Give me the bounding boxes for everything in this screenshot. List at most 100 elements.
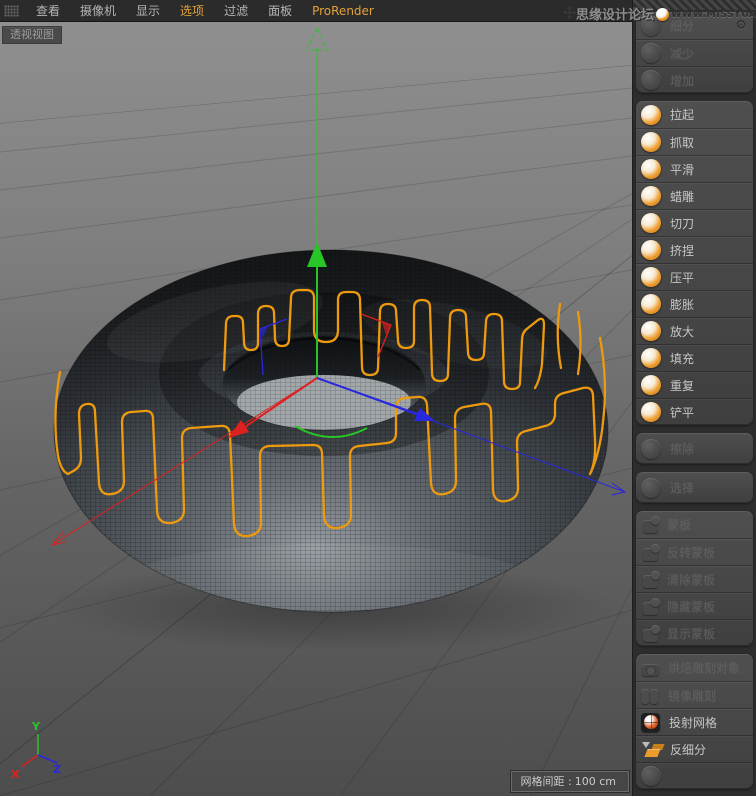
tool-button-scrape[interactable]: 铲平 xyxy=(636,398,753,425)
decrease-icon xyxy=(641,43,661,63)
menu-item-2[interactable]: 摄像机 xyxy=(70,2,126,19)
tool-label: 膨胀 xyxy=(670,297,695,312)
amplify-icon xyxy=(641,321,661,341)
menu-item-1[interactable]: 查看 xyxy=(26,2,70,19)
tool-group-2: 拉起抓取平滑蜡雕切刀挤捏压平膨胀放大填充重复铲平 xyxy=(636,101,753,425)
tool-label: 蜡雕 xyxy=(670,189,695,204)
tool-group-5: 蒙板反转蒙板清除蒙板隐藏蒙板显示蒙板 xyxy=(636,511,753,646)
tool-button-hide-mask: 隐藏蒙板 xyxy=(636,592,753,619)
tool-label: 切刀 xyxy=(670,216,695,231)
menu-item-7[interactable]: ProRender xyxy=(302,4,384,18)
tool-label: 抓取 xyxy=(670,135,695,150)
tool-button-mirror-sculpt: 镜像雕刻 xyxy=(636,681,753,708)
grid-spacing-label: 网格间距 :100 cm xyxy=(510,771,629,792)
tool-label: 反细分 xyxy=(670,742,707,757)
tool-label: 隐藏蒙板 xyxy=(667,599,716,614)
tool-group-6: 烘焙雕刻对象 镜像雕刻投射网格反细分 xyxy=(636,654,753,789)
tool-label: 拉起 xyxy=(670,108,695,122)
fill-icon xyxy=(641,348,661,368)
tool-button-select: 选择 xyxy=(636,472,753,503)
menu-items: 查看 摄像机 显示 选项 过滤 面板 ProRender xyxy=(26,2,384,19)
mask-icon xyxy=(643,516,660,533)
tool-label: 选择 xyxy=(670,481,695,495)
sculpt-tool-panel: 细分 ⚙ 减少 增加 拉起 抓取 平滑 蜡雕 切刀 挤捏 压平 膨胀 放大 填充 重复 铲平 擦除 选择 蒙板 反转蒙… xyxy=(632,0,756,796)
tool-button-grab[interactable]: 抓取 xyxy=(636,128,753,155)
tool-button-project-mesh[interactable]: 投射网格 xyxy=(636,708,753,735)
repeat-icon xyxy=(641,375,661,395)
gear-icon[interactable]: ⚙ xyxy=(735,18,747,33)
pinch-icon xyxy=(641,240,661,260)
tool-label: 烘焙雕刻对象 xyxy=(668,661,741,675)
tool-button-flatten[interactable]: 压平 xyxy=(636,263,753,290)
flatten-icon xyxy=(641,267,661,287)
tool-button-pull[interactable]: 拉起 xyxy=(636,101,753,128)
tool-label: 擦除 xyxy=(670,442,695,456)
tool-button-bake-sculpt: 烘焙雕刻对象 xyxy=(636,654,753,681)
tool-label: 重复 xyxy=(670,378,695,393)
tool-label: 投射网格 xyxy=(669,715,718,730)
tool-group-3: 擦除 xyxy=(636,433,753,464)
tool-label: 清除蒙板 xyxy=(667,572,716,587)
tool-button-erase: 擦除 xyxy=(636,433,753,464)
increase-icon xyxy=(641,70,661,90)
menu-item-5[interactable]: 过滤 xyxy=(214,2,258,19)
tool-button-desubdivide[interactable]: 反细分 xyxy=(636,735,753,762)
pull-icon xyxy=(641,104,661,125)
tool-button-mask: 蒙板 xyxy=(636,511,753,538)
tool-button-partial-tool xyxy=(636,762,753,789)
tool-button-invert-mask: 反转蒙板 xyxy=(636,538,753,565)
tool-button-increase: 增加 xyxy=(636,66,753,93)
scrape-icon xyxy=(641,402,661,422)
mirror-sculpt-icon xyxy=(641,689,659,704)
inflate-icon xyxy=(641,294,661,314)
tool-label: 蒙板 xyxy=(667,518,692,532)
tool-button-decrease: 减少 xyxy=(636,39,753,66)
tool-group-1: 细分 ⚙ 减少 增加 xyxy=(636,12,753,93)
panel-groups: 细分 ⚙ 减少 增加 拉起 抓取 平滑 蜡雕 切刀 挤捏 压平 膨胀 放大 填充 重复 铲平 擦除 选择 蒙板 反转蒙… xyxy=(633,12,756,796)
grab-icon xyxy=(641,132,661,152)
tool-label: 压平 xyxy=(670,270,695,285)
desubdivide-icon xyxy=(641,740,661,759)
axis-label-x: X xyxy=(11,768,20,781)
tool-label: 显示蒙板 xyxy=(667,626,716,641)
tool-label: 镜像雕刻 xyxy=(668,688,717,703)
tool-button-pinch[interactable]: 挤捏 xyxy=(636,236,753,263)
axis-label-y: Y xyxy=(31,720,41,733)
panel-top-hatch xyxy=(633,0,756,10)
viewport-menubar: 查看 摄像机 显示 选项 过滤 面板 ProRender xyxy=(0,0,632,22)
partial-tool-icon xyxy=(641,766,661,786)
tool-button-smooth[interactable]: 平滑 xyxy=(636,155,753,182)
tool-label: 放大 xyxy=(670,324,695,339)
viewport-canvas[interactable]: Y X Z xyxy=(0,22,632,796)
knife-icon xyxy=(641,213,661,233)
viewport-3d[interactable]: Y X Z 透视视图 网格间距 :100 cm xyxy=(0,22,632,796)
drag-grip-icon[interactable] xyxy=(4,4,19,17)
tool-button-inflate[interactable]: 膨胀 xyxy=(636,290,753,317)
tool-label: 铲平 xyxy=(670,405,695,420)
tool-button-wax[interactable]: 蜡雕 xyxy=(636,182,753,209)
tool-label: 挤捏 xyxy=(670,243,695,258)
viewport-pan-icon[interactable] xyxy=(563,4,576,23)
tool-label: 减少 xyxy=(670,46,695,61)
tool-button-fill[interactable]: 填充 xyxy=(636,344,753,371)
tool-button-knife[interactable]: 切刀 xyxy=(636,209,753,236)
grid-spacing-text: 网格间距 : xyxy=(520,775,572,788)
tool-button-repeat[interactable]: 重复 xyxy=(636,371,753,398)
menu-item-3[interactable]: 显示 xyxy=(126,2,170,19)
grid-spacing-value: 100 cm xyxy=(574,775,616,788)
clear-mask-icon xyxy=(643,570,660,588)
tool-label: 平滑 xyxy=(670,162,695,177)
viewport-label[interactable]: 透视视图 xyxy=(2,26,62,44)
invert-mask-icon xyxy=(643,543,660,561)
tool-label: 填充 xyxy=(670,351,695,366)
subdivide-icon xyxy=(641,15,661,36)
tool-label: 增加 xyxy=(670,73,695,88)
axis-label-z: Z xyxy=(53,763,61,776)
menu-item-6[interactable]: 面板 xyxy=(258,2,302,19)
c4d-sculpt-window: 查看 摄像机 显示 选项 过滤 面板 ProRender Y X Z 透视视图 … xyxy=(0,0,756,796)
smooth-icon xyxy=(641,159,661,179)
menu-item-4[interactable]: 选项 xyxy=(170,2,214,19)
tool-button-amplify[interactable]: 放大 xyxy=(636,317,753,344)
tool-group-4: 选择 xyxy=(636,472,753,503)
tool-button-clear-mask: 清除蒙板 xyxy=(636,565,753,592)
